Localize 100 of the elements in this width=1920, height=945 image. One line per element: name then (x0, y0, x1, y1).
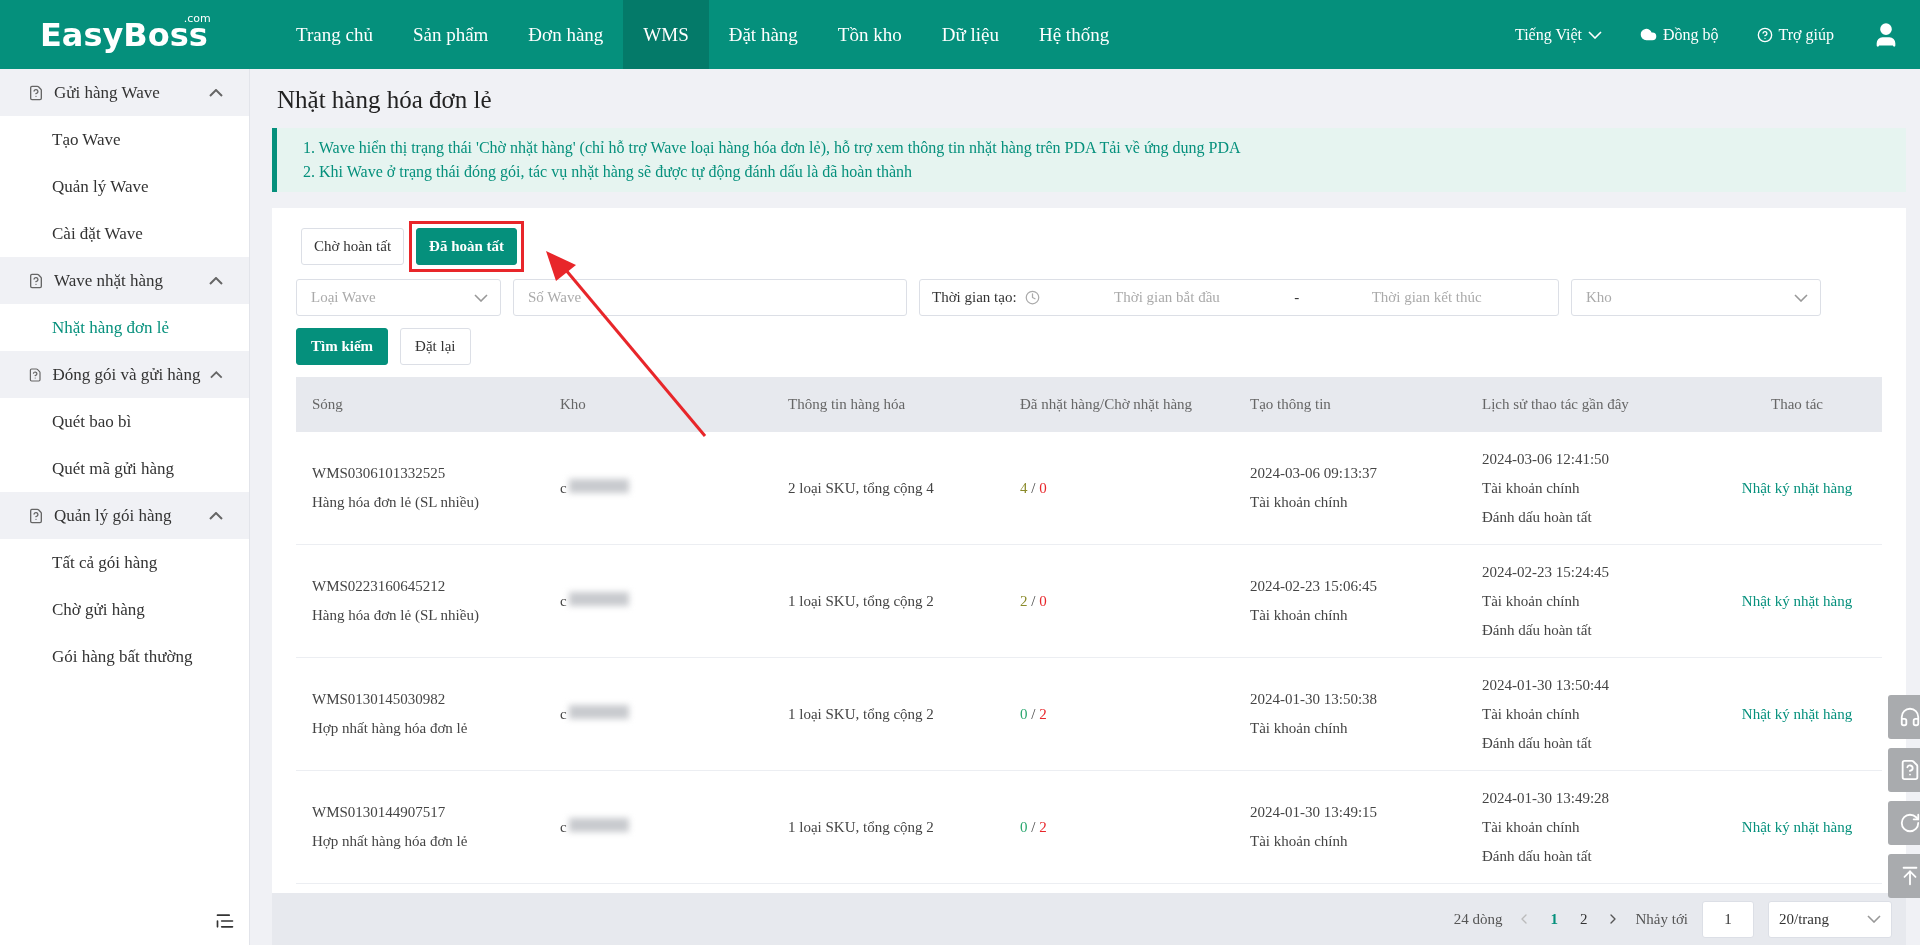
nav-tab[interactable]: Hệ thống (1018, 0, 1130, 69)
sidebar-item[interactable]: Gói hàng bất thường (0, 633, 249, 680)
wave-type: Hợp nhất hàng hóa đơn lẻ (312, 719, 468, 738)
wave-number-field[interactable]: Số Wave (513, 279, 907, 316)
wave-number: WMS0130145030982 (312, 690, 446, 709)
help-button[interactable] (1888, 748, 1920, 792)
refresh-icon (1899, 812, 1920, 834)
sidebar-item[interactable]: Quét mã gửi hàng (0, 445, 249, 492)
sidebar-group[interactable]: Wave nhặt hàng (0, 257, 249, 304)
page-size-select[interactable]: 20/trang (1768, 900, 1892, 938)
clock-icon (1024, 290, 1040, 305)
nav-tab[interactable]: Sản phẩm (392, 0, 509, 69)
help-button[interactable]: Trợ giúp (1756, 25, 1834, 44)
nav-tab[interactable]: Đặt hàng (708, 0, 818, 69)
column-header: Kho (560, 396, 587, 413)
warehouse-select[interactable]: Kho (1571, 279, 1821, 316)
cloud-icon (1640, 26, 1657, 43)
sidebar-item[interactable]: Quản lý Wave (0, 163, 249, 210)
column-header: Thao tác (1769, 396, 1825, 413)
sidebar-item[interactable]: Cài đặt Wave (0, 210, 249, 257)
blurred-text (568, 704, 629, 719)
notice-text: 2. Khi Wave ở trạng thái đóng gói, tác vụ nhặt hàng sẽ được tự động đánh dấu là đã hoàn thành (303, 162, 913, 183)
blurred-text (568, 817, 629, 832)
sidebar-group[interactable]: Gửi hàng Wave (0, 69, 249, 116)
column-header: Sóng (312, 396, 344, 413)
wave-type: Hợp nhất hàng hóa đơn lẻ (312, 832, 468, 851)
nav-tab[interactable]: Đơn hàng (508, 0, 624, 69)
created-by: Tài khoản chính (1250, 832, 1348, 851)
pick-count: 2 / 0 (1020, 591, 1047, 611)
logo[interactable]: EasyBoss .com (40, 15, 276, 54)
date-range-field[interactable]: Thời gian tạo: Thời gian bắt đầu - Thời gian kết thúc (919, 279, 1559, 316)
pick-log-link[interactable]: Nhật ký nhặt hàng (1741, 812, 1853, 842)
created-time: 2024-02-23 15:06:45 (1250, 577, 1378, 596)
created-time: 2024-01-30 13:50:38 (1250, 690, 1378, 709)
history-user: Tài khoản chính (1482, 817, 1580, 837)
chevron-up-icon (209, 276, 223, 285)
scroll-top-button[interactable] (1888, 854, 1920, 898)
nav-tab[interactable]: Tồn kho (817, 0, 922, 69)
status-tab[interactable]: Chờ hoàn tất (301, 228, 405, 265)
history-action: Đánh dấu hoàn tất (1482, 846, 1592, 866)
warehouse-name: c (560, 592, 567, 609)
sidebar-group[interactable]: Quản lý gói hàng (0, 492, 249, 539)
created-by: Tài khoản chính (1250, 719, 1348, 738)
pick-log-link[interactable]: Nhật ký nhặt hàng (1741, 473, 1853, 503)
history-action: Đánh dấu hoàn tất (1482, 733, 1592, 753)
created-time: 2024-03-06 09:13:37 (1250, 464, 1378, 483)
language-select[interactable]: Tiếng Việt (1514, 25, 1602, 44)
created-time-label: Thời gian tạo: (932, 289, 1017, 306)
download-link[interactable]: Tải về ứng dụng PDA (1099, 139, 1241, 156)
history-user: Tài khoản chính (1482, 478, 1580, 498)
sidebar-item[interactable]: Tất cả gói hàng (0, 539, 249, 586)
goods-info: 1 loại SKU, tổng cộng 2 (788, 591, 934, 611)
goods-info: 1 loại SKU, tổng cộng 2 (788, 817, 934, 837)
nav-tab[interactable]: WMS (623, 0, 709, 69)
chevron-down-icon (1794, 293, 1808, 302)
page-number[interactable]: 2 (1576, 910, 1592, 928)
nav-tab[interactable]: Trang chủ (276, 0, 393, 69)
wave-number: WMS0130144907517 (312, 803, 446, 822)
status-tab[interactable]: Đã hoàn tất (416, 228, 518, 265)
sidebar-item[interactable]: Chờ gửi hàng (0, 586, 249, 633)
column-header: Thông tin hàng hóa (788, 396, 907, 413)
history-user: Tài khoản chính (1482, 591, 1580, 611)
chevron-up-icon (209, 88, 223, 97)
wave-type-select[interactable]: Loại Wave (296, 279, 501, 316)
created-time: 2024-01-30 13:49:15 (1250, 803, 1378, 822)
sidebar-item[interactable]: Tạo Wave (0, 116, 249, 163)
total-count: 24 dòng (1453, 910, 1503, 928)
history-time: 2024-02-23 15:24:45 (1482, 562, 1610, 582)
pick-log-link[interactable]: Nhật ký nhặt hàng (1741, 586, 1853, 616)
pick-count: 4 / 0 (1020, 478, 1047, 498)
warehouse-name: c (560, 479, 567, 496)
help-icon (1899, 759, 1920, 781)
support-button[interactable] (1888, 695, 1920, 739)
sidebar-item[interactable]: Quét bao bì (0, 398, 249, 445)
sidebar-group[interactable]: Đóng gói và gửi hàng (0, 351, 249, 398)
jump-label: Nhảy tới (1635, 910, 1688, 928)
reset-button[interactable]: Đặt lại (400, 328, 471, 365)
warehouse-name: c (560, 818, 567, 835)
sidebar-item[interactable]: Nhặt hàng đơn lẻ (0, 304, 249, 351)
page-jump-field[interactable]: 1 (1702, 900, 1754, 938)
headset-icon (1899, 706, 1920, 728)
history-action: Đánh dấu hoàn tất (1482, 620, 1592, 640)
wave-number: WMS0306101332525 (312, 464, 446, 483)
history-time: 2024-01-30 13:50:44 (1482, 675, 1610, 695)
search-button[interactable]: Tìm kiếm (296, 328, 389, 365)
page-number[interactable]: 1 (1546, 910, 1562, 928)
collapse-menu-icon[interactable] (215, 911, 235, 931)
page-title: Nhặt hàng hóa đơn lẻ (277, 86, 493, 114)
created-by: Tài khoản chính (1250, 606, 1348, 625)
history-action: Đánh dấu hoàn tất (1482, 507, 1592, 527)
sync-button[interactable]: Đồng bộ (1640, 25, 1719, 44)
created-by: Tài khoản chính (1250, 493, 1348, 512)
pick-count: 0 / 2 (1020, 817, 1047, 837)
chevron-down-icon (1588, 30, 1602, 39)
nav-tab[interactable]: Dữ liệu (921, 0, 1019, 69)
pick-log-link[interactable]: Nhật ký nhặt hàng (1741, 699, 1853, 729)
blurred-text (568, 478, 629, 493)
goods-info: 2 loại SKU, tổng cộng 4 (788, 478, 934, 498)
column-header: Lịch sử thao tác gần đây (1482, 396, 1630, 413)
refresh-button[interactable] (1888, 801, 1920, 845)
